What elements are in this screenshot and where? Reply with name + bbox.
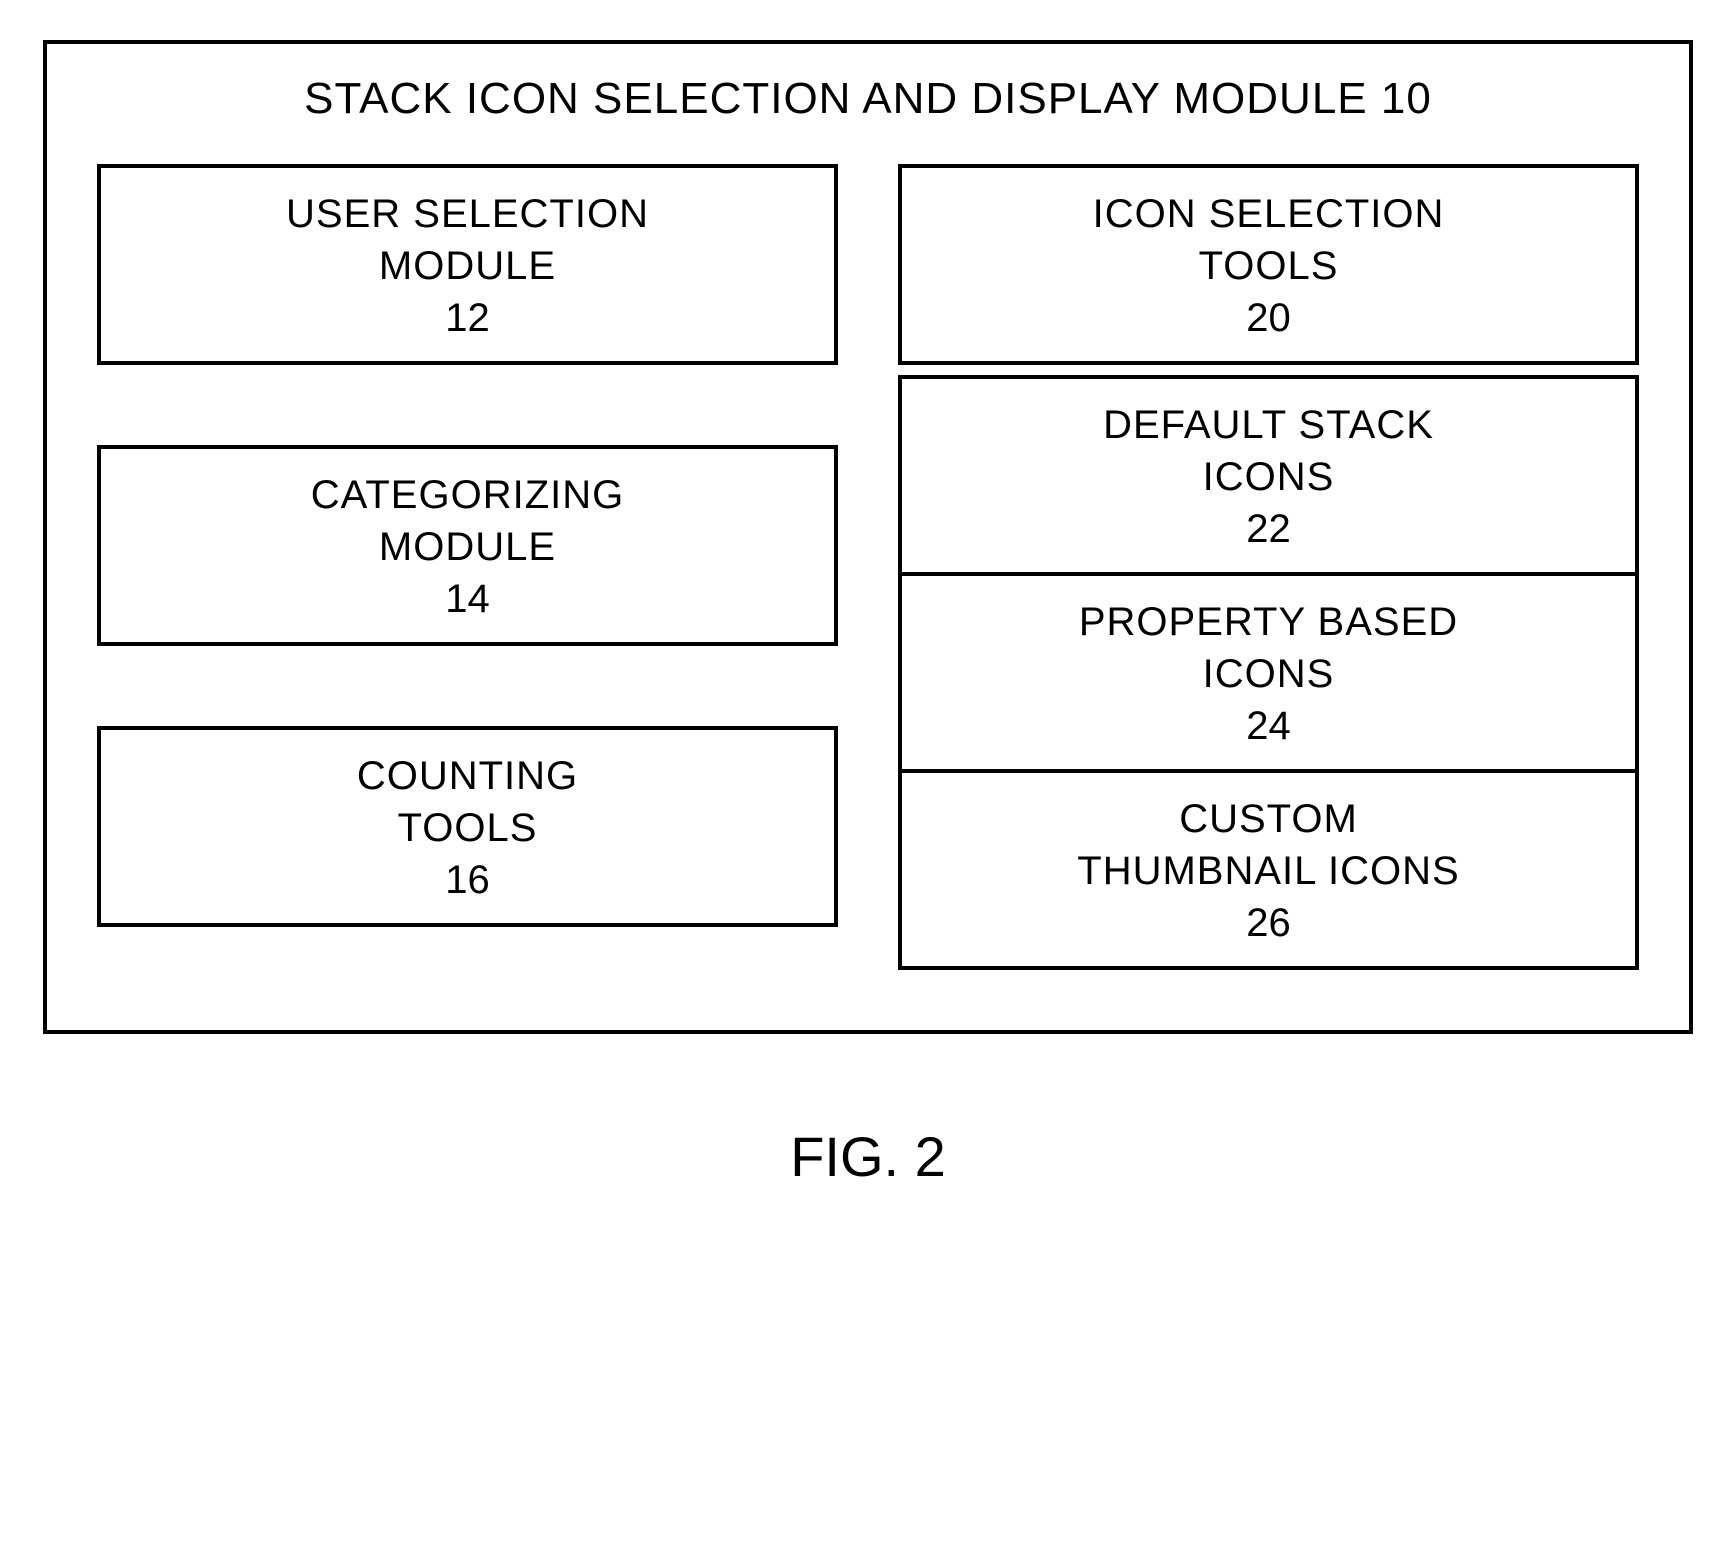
box-number: 22 [932, 507, 1605, 552]
box-title: COUNTINGTOOLS [131, 750, 804, 854]
box-title: DEFAULT STACKICONS [932, 399, 1605, 503]
custom-thumbnail-icons-box: CUSTOMTHUMBNAIL ICONS 26 [898, 769, 1639, 970]
property-based-icons-box: PROPERTY BASEDICONS 24 [898, 572, 1639, 769]
box-title: CUSTOMTHUMBNAIL ICONS [932, 793, 1605, 897]
right-column: ICON SELECTIONTOOLS 20 DEFAULT STACKICON… [898, 164, 1639, 970]
categorizing-module-box: CATEGORIZINGMODULE 14 [97, 445, 838, 646]
module-container: STACK ICON SELECTION AND DISPLAY MODULE … [43, 40, 1693, 1034]
columns-container: USER SELECTIONMODULE 12 CATEGORIZINGMODU… [97, 164, 1639, 970]
figure-label: FIG. 2 [790, 1124, 946, 1189]
module-title: STACK ICON SELECTION AND DISPLAY MODULE … [97, 74, 1639, 124]
box-number: 14 [131, 577, 804, 622]
box-title: CATEGORIZINGMODULE [131, 469, 804, 573]
icon-selection-tools-box: ICON SELECTIONTOOLS 20 [898, 164, 1639, 365]
box-title: USER SELECTIONMODULE [131, 188, 804, 292]
box-number: 16 [131, 858, 804, 903]
box-number: 20 [932, 296, 1605, 341]
box-title: PROPERTY BASEDICONS [932, 596, 1605, 700]
counting-tools-box: COUNTINGTOOLS 16 [97, 726, 838, 927]
box-number: 24 [932, 704, 1605, 749]
user-selection-module-box: USER SELECTIONMODULE 12 [97, 164, 838, 365]
default-stack-icons-box: DEFAULT STACKICONS 22 [898, 375, 1639, 572]
box-number: 26 [932, 901, 1605, 946]
box-title: ICON SELECTIONTOOLS [932, 188, 1605, 292]
box-number: 12 [131, 296, 804, 341]
left-column: USER SELECTIONMODULE 12 CATEGORIZINGMODU… [97, 164, 838, 970]
